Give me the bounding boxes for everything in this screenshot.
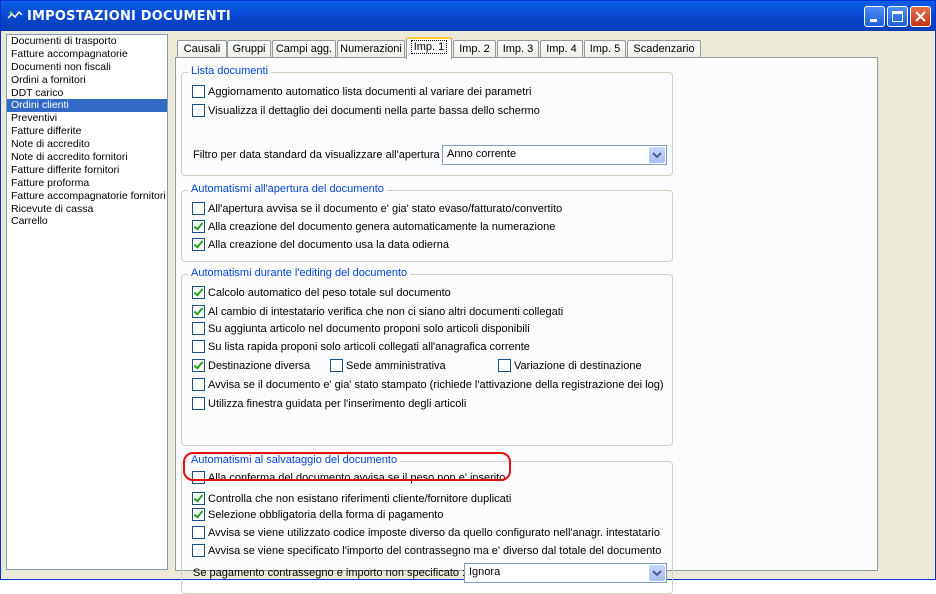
tab-label: Gruppi (232, 43, 266, 55)
tab-scadenzario[interactable]: Scadenzario (627, 40, 701, 58)
group-apertura: Automatismi all'apertura del documento A… (181, 183, 673, 262)
filter-date-select[interactable]: Anno corrente (442, 145, 667, 165)
checkbox[interactable] (192, 526, 205, 539)
tab-label: Causali (183, 43, 221, 55)
window-title: IMPOSTAZIONI DOCUMENTI (27, 9, 231, 24)
sidebar-item[interactable]: Note di accredito fornitori (7, 151, 167, 164)
checkbox[interactable] (192, 220, 205, 233)
checkbox[interactable] (192, 492, 205, 505)
sidebar-item[interactable]: Fatture accompagnatorie fornitori (7, 190, 167, 203)
settings-window: IMPOSTAZIONI DOCUMENTI Documenti di tras… (0, 0, 936, 594)
group-lista-documenti: Lista documenti Aggiornamento automatico… (181, 65, 673, 176)
checkbox[interactable] (192, 322, 205, 335)
minimize-button[interactable] (864, 6, 885, 27)
sidebar-item[interactable]: DDT carico (7, 87, 167, 100)
tab-imp-5[interactable]: Imp. 5 (584, 40, 626, 58)
maximize-icon (892, 11, 903, 22)
checkbox[interactable] (192, 305, 205, 318)
maximize-button[interactable] (887, 6, 908, 27)
checkbox[interactable] (192, 238, 205, 251)
checkbox[interactable] (498, 359, 511, 372)
chevron-down-icon[interactable] (649, 147, 665, 163)
tab-label: Imp. 1 (410, 40, 448, 54)
group-title: Lista documenti (188, 65, 272, 77)
sidebar-item[interactable]: Ricevute di cassa (7, 203, 167, 216)
checkbox[interactable] (192, 397, 205, 410)
group-editing: Automatismi durante l'editing del docume… (181, 267, 673, 446)
tab-label: Imp. 5 (589, 43, 621, 55)
tab-label: Scadenzario (633, 43, 695, 55)
app-icon (7, 10, 23, 19)
pagamento-select[interactable]: Ignora (464, 563, 667, 583)
sidebar-item[interactable]: Fatture differite fornitori (7, 164, 167, 177)
sidebar-item[interactable]: Ordini clienti (7, 99, 167, 113)
sidebar-item[interactable]: Preventivi (7, 112, 167, 125)
tab-label: Imp. 3 (502, 43, 534, 55)
close-icon (915, 11, 926, 22)
sidebar-item[interactable]: Documenti di trasporto (7, 35, 167, 48)
title-bar[interactable]: IMPOSTAZIONI DOCUMENTI (1, 1, 935, 31)
checkbox[interactable] (192, 104, 205, 117)
sidebar-item[interactable]: Documenti non fiscali (7, 61, 167, 74)
filter-date-value: Anno corrente (447, 148, 517, 160)
checkbox[interactable] (192, 340, 205, 353)
tab-numerazioni[interactable]: Numerazioni (337, 40, 405, 58)
sidebar-item[interactable]: Fatture accompagnatorie (7, 48, 167, 61)
tab-imp-3[interactable]: Imp. 3 (497, 40, 539, 58)
sidebar-item[interactable]: Fatture differite (7, 125, 167, 138)
sidebar-item[interactable]: Note di accredito (7, 138, 167, 151)
tab-panel-imp1: Lista documenti Aggiornamento automatico… (175, 57, 878, 594)
close-button[interactable] (910, 6, 931, 27)
checkbox[interactable] (330, 359, 343, 372)
tab-label: Imp. 2 (459, 43, 490, 55)
tab-label: Campi agg. (275, 43, 333, 55)
window-content: Documenti di trasporto Fatture accompagna… (4, 32, 932, 594)
pagamento-label: Se pagamento contrassegno e importo non … (193, 567, 466, 579)
sidebar-item[interactable]: Ordini a fornitori (7, 74, 167, 87)
checkbox[interactable] (192, 85, 205, 98)
checkbox[interactable] (192, 202, 205, 215)
tab-label: Imp. 4 (546, 43, 577, 55)
highlight-annotation (183, 452, 511, 481)
checkbox[interactable] (192, 508, 205, 521)
tab-causali[interactable]: Causali (177, 40, 227, 58)
sidebar-item[interactable]: Carrello (7, 215, 167, 228)
document-type-list[interactable]: Documenti di trasporto Fatture accompagna… (6, 34, 168, 570)
checkbox[interactable] (192, 544, 205, 557)
group-title: Automatismi durante l'editing del docume… (188, 267, 411, 279)
tab-imp-4[interactable]: Imp. 4 (540, 40, 583, 58)
tab-imp-2[interactable]: Imp. 2 (453, 40, 496, 58)
checkbox[interactable] (192, 286, 205, 299)
filter-label: Filtro per data standard da visualizzare… (193, 149, 446, 161)
sidebar-item[interactable]: Fatture proforma (7, 177, 167, 190)
tab-campi-agg[interactable]: Campi agg. (272, 40, 336, 58)
checkbox[interactable] (192, 378, 205, 391)
tab-imp-1[interactable]: Imp. 1 (406, 37, 452, 59)
tab-label: Numerazioni (340, 43, 402, 55)
group-title: Automatismi all'apertura del documento (188, 183, 387, 195)
minimize-icon (870, 19, 877, 22)
tab-gruppi[interactable]: Gruppi (227, 40, 271, 58)
checkbox[interactable] (192, 359, 205, 372)
pagamento-value: Ignora (469, 566, 501, 578)
chevron-down-icon[interactable] (649, 565, 665, 581)
